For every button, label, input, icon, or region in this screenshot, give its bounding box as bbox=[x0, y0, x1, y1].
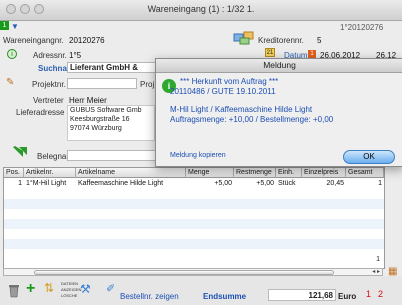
cell-pos: 1 bbox=[18, 180, 22, 187]
record-code: 1°20120276 bbox=[340, 23, 384, 32]
proj-label: Proj bbox=[140, 80, 155, 89]
small-label-anzeigen[interactable]: ANZEIGEN bbox=[61, 287, 81, 292]
cell-einheit: Stück bbox=[278, 180, 296, 187]
small-label-dateien[interactable]: DATEIEN bbox=[61, 281, 78, 286]
kreditorennr-value: 5 bbox=[317, 36, 322, 45]
cell-artikelnr: 1°M-Hil Light bbox=[26, 180, 67, 187]
green-arrow-icon[interactable] bbox=[12, 145, 28, 159]
address-cards-icon[interactable] bbox=[233, 31, 255, 45]
calendar-icon[interactable]: 21 bbox=[265, 48, 275, 57]
lieferadresse-box[interactable]: GUBUS Software Gmb Keesburgstraße 16 970… bbox=[67, 105, 155, 141]
wareneingangnr-label: Wareneingangnr. bbox=[3, 36, 64, 45]
cell-menge: +5,00 bbox=[214, 180, 232, 187]
column-header-artikelname[interactable]: Artikelname bbox=[76, 168, 186, 178]
positions-table: Pos. Artikelnr. Artikelname Menge Restme… bbox=[3, 167, 385, 269]
bottom-toolbar: + ⇅ DATEIEN ANZEIGEN LÖSCHE ⚒ ✐ Bestelln… bbox=[0, 276, 402, 305]
column-header-artikelnr[interactable]: Artikelnr. bbox=[24, 168, 76, 178]
bestellnr-zeigen-link[interactable]: Bestellnr. zeigen bbox=[120, 292, 179, 301]
project-icon[interactable]: ✎ bbox=[6, 77, 14, 88]
kreditorennr-label: Kreditorennr. bbox=[258, 36, 304, 45]
dialog-line-3: M-Hil Light / Kaffeemaschine Hilde Light bbox=[170, 105, 313, 114]
column-header-einzelpreis[interactable]: Einzelpreis bbox=[302, 168, 346, 178]
endsumme-field: 121,68 bbox=[268, 289, 336, 301]
wareneingang-window: Wareneingang (1) : 1/32 1. 1 ▼ 1°2012027… bbox=[0, 0, 402, 305]
column-header-restmenge[interactable]: Restmenge bbox=[234, 168, 276, 178]
scrollbar-thumb[interactable] bbox=[34, 270, 334, 275]
add-plus-icon[interactable]: + bbox=[26, 280, 35, 298]
calendar-day: 21 bbox=[266, 50, 274, 56]
dialog-title: Meldung bbox=[156, 59, 402, 73]
lieferadresse-line-2: Keesburgstraße 16 bbox=[70, 116, 130, 123]
column-header-menge[interactable]: Menge bbox=[186, 168, 234, 178]
cell-restmenge: +5,00 bbox=[256, 180, 274, 187]
cell-gesamt: 1 bbox=[378, 180, 382, 187]
pencil-icon[interactable]: ✐ bbox=[106, 282, 115, 295]
lieferadresse-line-3: 97074 Würzburg bbox=[70, 125, 122, 132]
meldung-dialog: Meldung i *** Herkunft vom Auftrag *** 2… bbox=[155, 58, 402, 167]
adressnr-value: 1°5 bbox=[69, 51, 82, 60]
wareneingangnr-value: 20120276 bbox=[69, 36, 105, 45]
lieferadresse-label: Lieferadresse bbox=[16, 108, 65, 117]
table-row-empty[interactable] bbox=[4, 239, 384, 249]
ok-button[interactable]: OK bbox=[343, 150, 395, 164]
adressnr-label: Adressnr. bbox=[33, 51, 67, 60]
cell-einzelpreis: 20,45 bbox=[326, 180, 344, 187]
vertreter-label: Vertreter bbox=[33, 96, 64, 105]
info-icon[interactable]: i bbox=[7, 49, 17, 59]
projektnr-label: Projektnr. bbox=[32, 80, 66, 89]
column-header-pos[interactable]: Pos. bbox=[4, 168, 24, 178]
window-title: Wareneingang (1) : 1/32 1. bbox=[147, 4, 255, 14]
dropdown-arrow-icon[interactable]: ▼ bbox=[11, 22, 19, 31]
meldung-kopieren-link[interactable]: Meldung kopieren bbox=[170, 152, 226, 159]
table-row-empty[interactable] bbox=[4, 199, 384, 209]
vertreter-value: Herr Meier bbox=[69, 96, 107, 105]
endsumme-value: 121,68 bbox=[308, 291, 333, 300]
cell-artikelname: Kaffeemaschine Hilde Light bbox=[78, 180, 164, 187]
endsumme-label: Endsumme bbox=[203, 292, 247, 301]
column-header-einheit[interactable]: Einh. bbox=[276, 168, 302, 178]
horizontal-scrollbar[interactable]: ◂ ▸ bbox=[3, 268, 383, 276]
trash-icon[interactable] bbox=[8, 282, 20, 298]
scroll-arrows[interactable]: ◂ ▸ bbox=[372, 268, 380, 275]
small-label-loesche[interactable]: LÖSCHE bbox=[61, 293, 77, 298]
suchname-input[interactable]: Lieferant GmbH & bbox=[67, 62, 159, 73]
column-header-gesamt[interactable]: Gesamt bbox=[346, 168, 384, 178]
lieferadresse-line-1: GUBUS Software Gmb bbox=[70, 107, 142, 114]
dialog-line-4: Auftragsmenge: +10,00 / Bestellmenge: +0… bbox=[170, 115, 334, 124]
belegname-input[interactable] bbox=[67, 150, 157, 161]
sort-arrow-icon[interactable]: ⇅ bbox=[44, 281, 54, 295]
tab-1[interactable]: 1 bbox=[366, 289, 371, 299]
status-indicator-icon: 1 bbox=[0, 21, 9, 30]
title-bar: Wareneingang (1) : 1/32 1. bbox=[0, 0, 402, 21]
table-row-empty[interactable] bbox=[4, 219, 384, 229]
suchname-value: Lieferant GmbH & bbox=[70, 63, 139, 72]
currency-label: Euro bbox=[338, 292, 357, 301]
tab-2[interactable]: 2 bbox=[378, 289, 383, 299]
page-indicator: 1 bbox=[376, 256, 380, 263]
dialog-line-2: 20110486 / GUTE 19.10.2011 bbox=[170, 87, 276, 96]
projektnr-input[interactable] bbox=[67, 78, 137, 89]
tools-icon[interactable]: ⚒ bbox=[80, 282, 91, 296]
dialog-line-1: *** Herkunft vom Auftrag *** bbox=[180, 77, 279, 86]
